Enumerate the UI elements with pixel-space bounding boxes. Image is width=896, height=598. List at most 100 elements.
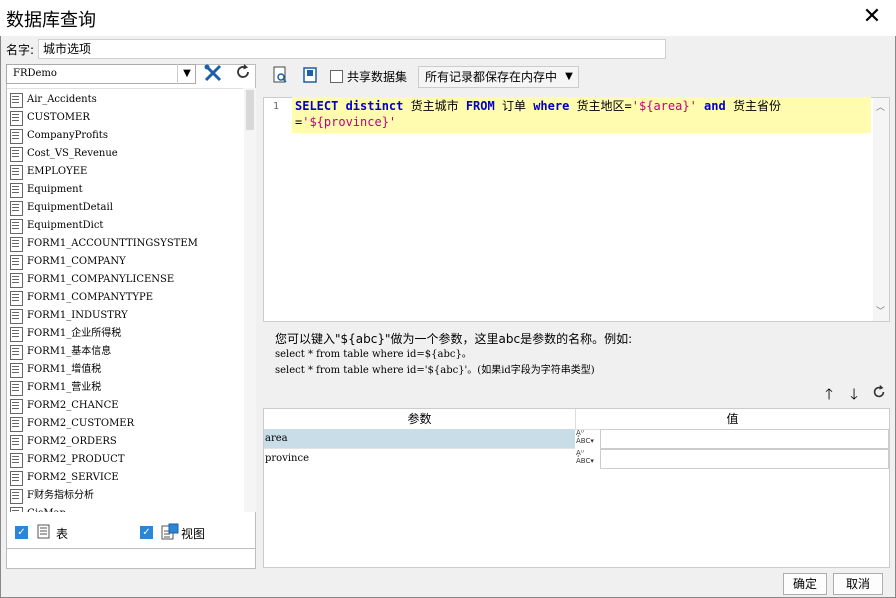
table-list-scrollbar[interactable]: [244, 88, 256, 512]
move-down-icon[interactable]: 🡓: [844, 384, 864, 404]
table-icon: [10, 183, 23, 198]
table-list-item[interactable]: Air_Accidents: [7, 91, 243, 109]
cancel-button[interactable]: 取消: [833, 573, 883, 595]
table-list-item[interactable]: CUSTOMER: [7, 109, 243, 127]
chevron-down-icon[interactable]: ▼: [177, 64, 196, 84]
table-name: FORM1_COMPANY: [27, 256, 126, 267]
datasource-select[interactable]: FRDemo: [6, 64, 196, 84]
table-list-item[interactable]: CompanyProfits: [7, 127, 243, 145]
param-value-input[interactable]: [600, 429, 889, 449]
share-dataset-checkbox[interactable]: [330, 70, 343, 83]
table-icon: [10, 273, 23, 288]
sql-keyword: and: [704, 99, 726, 113]
table-list-item[interactable]: FORM2_ORDERS: [7, 433, 243, 451]
sql-text-segment: 订单: [494, 99, 534, 113]
name-input[interactable]: 城市选项: [38, 39, 666, 59]
move-up-icon[interactable]: 🡑: [819, 384, 839, 404]
table-list-item[interactable]: F财务指标分析: [7, 487, 243, 505]
save-icon[interactable]: [298, 66, 322, 88]
show-tables-checkbox[interactable]: ✓: [15, 526, 28, 539]
table-name: EMPLOYEE: [27, 166, 88, 177]
table-name: Air_Accidents: [27, 94, 97, 105]
scrollbar-thumb[interactable]: [246, 90, 254, 130]
name-label: 名字:: [6, 43, 35, 57]
storage-mode-select[interactable]: 所有记录都保存在内存中: [418, 66, 579, 88]
param-name[interactable]: area: [264, 429, 575, 448]
table-name: EquipmentDict: [27, 220, 104, 231]
share-dataset-label: 共享数据集: [347, 70, 408, 84]
table-icon: [10, 435, 23, 450]
table-name: CompanyProfits: [27, 130, 108, 141]
sql-keyword: where: [533, 99, 570, 113]
table-icon: [10, 165, 23, 180]
table-icon: [10, 489, 23, 504]
abc-type-icon[interactable]: A͇ᵁ ABC▾: [576, 449, 598, 468]
table-name: F财务指标分析: [27, 490, 94, 501]
sql-text-segment: 货主城市: [403, 99, 466, 113]
hint-line-2: select * from table where id=${abc}。: [275, 349, 472, 360]
table-icon: [10, 201, 23, 216]
table-icon: [10, 147, 23, 162]
abc-type-icon[interactable]: A͇ᵁ ABC▾: [576, 429, 598, 448]
table-name: FORM1_COMPANYTYPE: [27, 292, 154, 303]
param-name[interactable]: province: [264, 449, 575, 468]
sql-text[interactable]: SELECT distinct 货主城市 FROM 订单 where 货主地区=…: [295, 98, 865, 130]
table-list[interactable]: Air_Accidents CUSTOMER CompanyProfits Cost_…: [7, 88, 243, 512]
close-icon[interactable]: ✕: [858, 4, 886, 32]
table-icon: [10, 327, 23, 342]
table-list-item[interactable]: FORM1_ACCOUNTTINGSYSTEM: [7, 235, 243, 253]
table-list-item[interactable]: GisMap: [7, 505, 243, 512]
table-list-item[interactable]: FORM2_PRODUCT: [7, 451, 243, 469]
scroll-down-icon[interactable]: ﹀: [876, 304, 885, 317]
preview-icon[interactable]: [268, 66, 292, 88]
table-list-item[interactable]: Equipment: [7, 181, 243, 199]
table-name: Cost_VS_Revenue: [27, 148, 118, 159]
table-name: FORM1_ACCOUNTTINGSYSTEM: [27, 238, 198, 249]
table-name: EquipmentDetail: [27, 202, 113, 213]
table-list-item[interactable]: EMPLOYEE: [7, 163, 243, 181]
refresh-icon[interactable]: [231, 63, 255, 85]
table-list-item[interactable]: FORM1_营业税: [7, 379, 243, 397]
sql-text-segment: 货主地区=: [569, 99, 632, 113]
table-list-item[interactable]: FORM1_增值税: [7, 361, 243, 379]
table-list-item[interactable]: Cost_VS_Revenue: [7, 145, 243, 163]
table-name: FORM1_基本信息: [27, 346, 112, 357]
scroll-up-icon[interactable]: ︿: [876, 100, 885, 113]
sql-string: '${area}': [631, 99, 697, 113]
table-name: FORM2_SERVICE: [27, 472, 119, 483]
table-list-item[interactable]: FORM1_INDUSTRY: [7, 307, 243, 325]
table-icon: [10, 363, 23, 378]
table-list-item[interactable]: FORM2_CHANCE: [7, 397, 243, 415]
table-name: Equipment: [27, 184, 83, 195]
table-name: FORM1_企业所得税: [27, 328, 122, 339]
table-name: GisMap: [27, 505, 66, 512]
show-tables-label: 表: [56, 527, 69, 541]
ok-button[interactable]: 确定: [783, 573, 827, 595]
editor-scrollbar[interactable]: ︿ ﹀: [873, 98, 889, 321]
table-list-item[interactable]: FORM1_COMPANYLICENSE: [7, 271, 243, 289]
table-list-item[interactable]: EquipmentDict: [7, 217, 243, 235]
table-icon: [10, 507, 23, 512]
edit-connection-icon[interactable]: [201, 63, 225, 85]
param-name-header: 参数: [264, 409, 576, 430]
table-search-input[interactable]: [6, 548, 256, 569]
table-list-item[interactable]: FORM2_SERVICE: [7, 469, 243, 487]
table-list-item[interactable]: EquipmentDetail: [7, 199, 243, 217]
table-list-item[interactable]: FORM2_CUSTOMER: [7, 415, 243, 433]
show-views-checkbox[interactable]: ✓: [140, 526, 153, 539]
table-list-item[interactable]: FORM1_COMPANYTYPE: [7, 289, 243, 307]
title-bar: [0, 0, 896, 36]
line-number: 1: [273, 101, 280, 112]
param-value-input[interactable]: [600, 449, 889, 469]
table-icon: [10, 219, 23, 234]
table-list-item[interactable]: FORM1_基本信息: [7, 343, 243, 361]
table-list-item[interactable]: FORM1_企业所得税: [7, 325, 243, 343]
parameter-hint: 您可以键入"${abc}"做为一个参数，这里abc是参数的名称。例如: sele…: [275, 331, 875, 379]
chevron-down-icon[interactable]: ▼: [559, 66, 579, 88]
refresh-params-icon[interactable]: [869, 384, 889, 404]
dialog-title: 数据库查询: [6, 10, 96, 31]
table-icon: [10, 381, 23, 396]
table-icon: [37, 524, 51, 540]
table-list-item[interactable]: FORM1_COMPANY: [7, 253, 243, 271]
sql-string: '${province}': [302, 115, 397, 129]
